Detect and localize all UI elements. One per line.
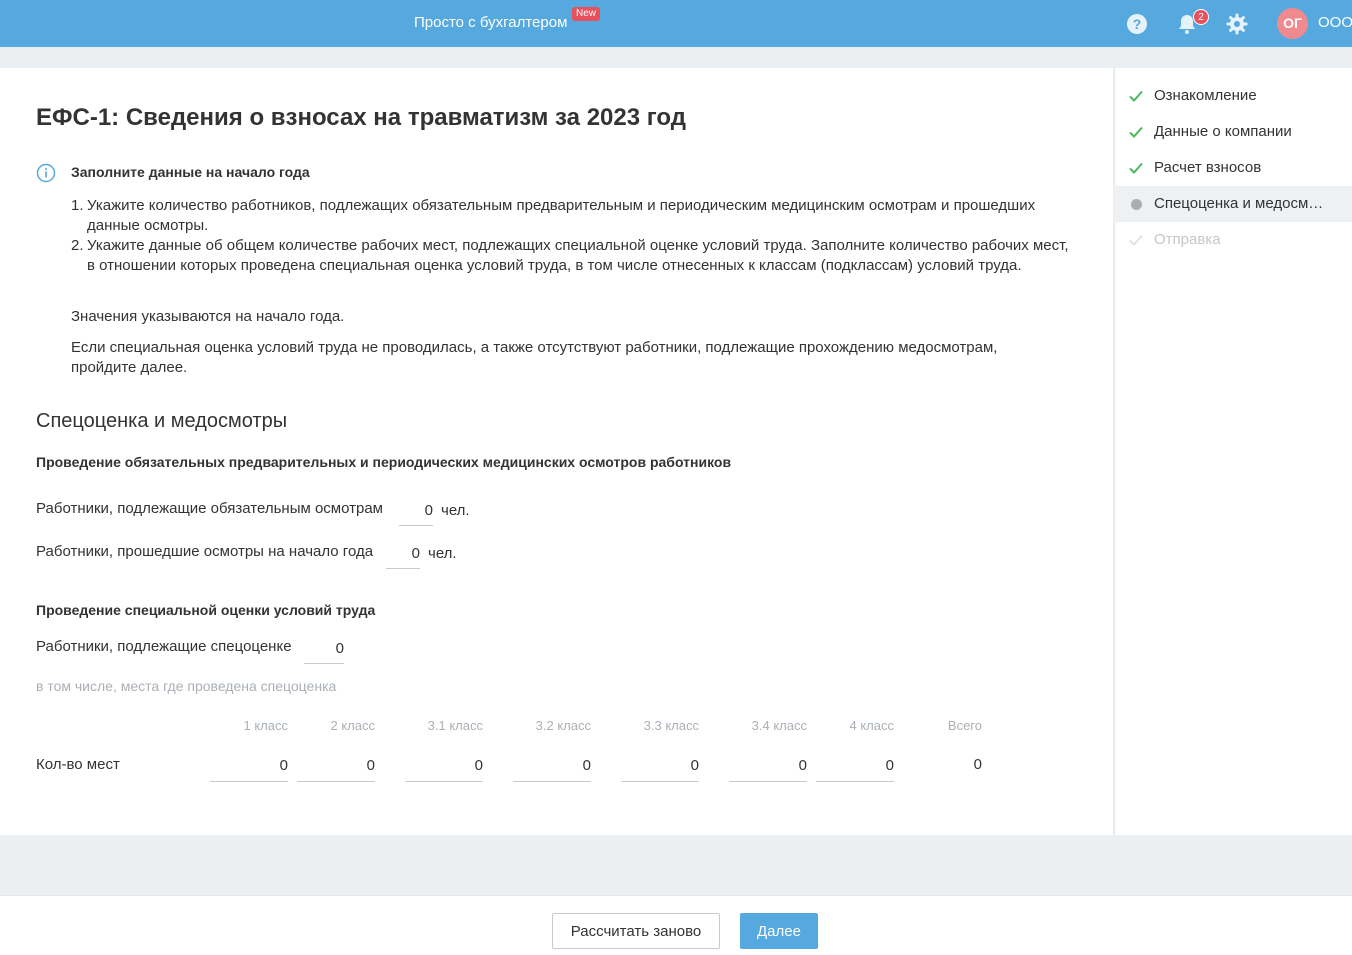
column-header-class-4: 4 класс — [849, 718, 895, 733]
column-header-class-3-2: 3.2 класс — [535, 718, 591, 733]
places-total-value: 0 — [973, 756, 982, 773]
info-title: Заполните данные на начало года — [71, 164, 310, 180]
special-done-note: в том числе, места где проведена спецоце… — [36, 678, 337, 694]
info-list-item: 1. Укажите количество работников, подлеж… — [71, 196, 1071, 236]
info-item-number: 1. — [71, 197, 84, 214]
svg-text:?: ? — [1133, 16, 1142, 32]
places-class-4-input[interactable] — [816, 750, 894, 782]
info-item-number: 2. — [71, 237, 84, 254]
info-list-item: 2. Укажите данные об общем количестве ра… — [71, 236, 1071, 276]
notification-count-badge: 2 — [1193, 9, 1209, 25]
info-item-text: Укажите данные об общем количестве рабоч… — [87, 237, 1069, 274]
passed-exam-label: Работники, прошедшие осмотры на начало г… — [36, 543, 374, 560]
required-exam-input[interactable] — [399, 496, 433, 526]
step-label: Спецоценка и медосмотры — [1154, 195, 1329, 212]
page-title: ЕФС-1: Сведения о взносах на травматизм … — [36, 104, 687, 131]
column-header-total: Всего — [947, 718, 982, 733]
places-count-label: Кол-во мест — [36, 756, 120, 773]
info-icon — [36, 163, 56, 183]
medical-heading: Проведение обязательных предварительных … — [36, 454, 732, 470]
special-subject-label: Работники, подлежащие спецоценке — [36, 638, 292, 655]
check-icon — [1129, 126, 1143, 138]
check-icon — [1129, 234, 1143, 246]
next-button[interactable]: Далее — [740, 913, 818, 949]
places-class-3-3-input[interactable] — [621, 750, 699, 782]
step-label: Данные о компании — [1154, 123, 1292, 140]
info-note-start-of-year: Значения указываются на начало года. — [71, 308, 345, 325]
section-title: Спецоценка и медосмотры — [36, 410, 288, 432]
user-avatar[interactable]: ОГ — [1277, 8, 1308, 39]
recalculate-button[interactable]: Рассчитать заново — [552, 913, 720, 949]
places-class-3-1-input[interactable] — [405, 750, 483, 782]
column-header-class-1: 1 класс — [243, 718, 289, 733]
places-class-3-2-input[interactable] — [513, 750, 591, 782]
check-icon — [1129, 90, 1143, 102]
special-subject-input[interactable] — [304, 634, 344, 664]
places-class-1-input[interactable] — [210, 750, 288, 782]
passed-exam-unit: чел. — [428, 545, 457, 562]
step-label: Отправка — [1154, 231, 1221, 248]
top-bar: Просто с бухгалтером New ? 2 ОГ ООО — [0, 0, 1352, 47]
step-label: Расчет взносов — [1154, 159, 1262, 176]
info-note-skip: Если специальная оценка условий труда не… — [71, 339, 998, 376]
step-contributions-calc[interactable]: Расчет взносов — [1114, 150, 1352, 186]
places-class-3-4-input[interactable] — [729, 750, 807, 782]
required-exam-unit: чел. — [441, 502, 470, 519]
special-assessment-heading: Проведение специальной оценки условий тр… — [36, 602, 376, 618]
step-send: Отправка — [1114, 222, 1352, 258]
column-header-class-2: 2 класс — [330, 718, 376, 733]
column-header-class-3-3: 3.3 класс — [643, 718, 699, 733]
check-icon — [1129, 162, 1143, 174]
column-header-class-3-1: 3.1 класс — [427, 718, 483, 733]
info-item-text: Укажите количество работников, подлежащи… — [87, 197, 1036, 234]
help-icon[interactable]: ? — [1125, 12, 1149, 36]
new-badge: New — [572, 7, 601, 21]
header-title[interactable]: Просто с бухгалтером — [414, 14, 567, 31]
places-class-2-input[interactable] — [297, 750, 375, 782]
footer-bar: Рассчитать заново Далее — [0, 895, 1352, 955]
step-intro[interactable]: Ознакомление — [1114, 78, 1352, 114]
passed-exam-input[interactable] — [386, 539, 420, 569]
column-header-class-3-4: 3.4 класс — [751, 718, 807, 733]
org-name[interactable]: ООО — [1318, 14, 1352, 31]
step-special-assessment[interactable]: Спецоценка и медосмотры — [1114, 186, 1352, 222]
current-step-dot-icon — [1131, 199, 1142, 210]
gear-icon[interactable] — [1225, 12, 1249, 36]
info-list: 1. Укажите количество работников, подлеж… — [71, 196, 1071, 276]
required-exam-label: Работники, подлежащие обязательным осмот… — [36, 500, 383, 517]
step-label: Ознакомление — [1154, 87, 1257, 104]
step-company-data[interactable]: Данные о компании — [1114, 114, 1352, 150]
